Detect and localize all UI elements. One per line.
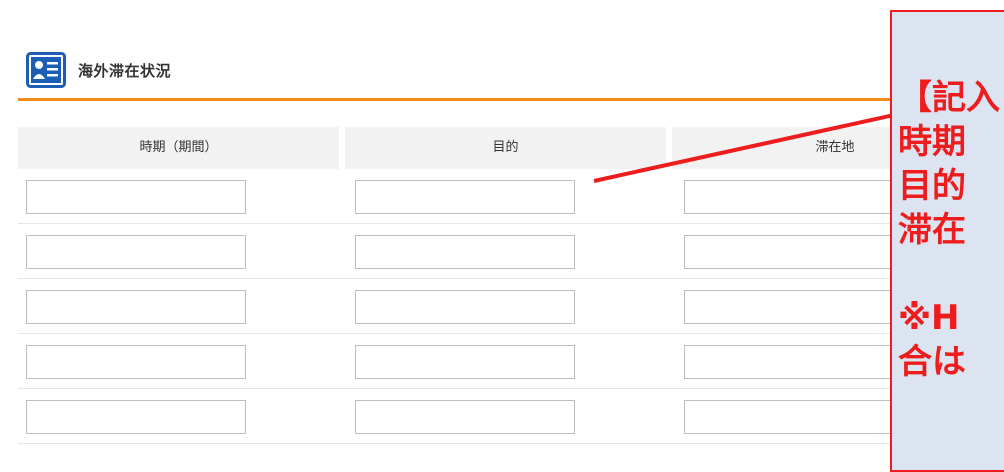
profile-card-icon xyxy=(26,52,66,88)
callout-text: 【記入 時期 目的 滞在 ※H 合は xyxy=(898,76,1004,384)
table-row xyxy=(18,389,1004,444)
callout-line: 目的 xyxy=(898,166,966,206)
table-header-row: 時期（期間） 目的 滞在地 xyxy=(18,127,1004,169)
purpose-input[interactable] xyxy=(355,400,576,434)
callout-line: 合は xyxy=(898,342,966,382)
location-input[interactable] xyxy=(684,290,905,324)
purpose-input[interactable] xyxy=(355,345,576,379)
table-row xyxy=(18,334,1004,389)
period-input[interactable] xyxy=(26,235,246,269)
location-input[interactable] xyxy=(684,400,905,434)
period-input[interactable] xyxy=(26,290,246,324)
section-header: 海外滞在状況 xyxy=(26,50,986,90)
location-input[interactable] xyxy=(684,180,905,214)
column-header-purpose: 目的 xyxy=(345,127,667,169)
section-title: 海外滞在状況 xyxy=(78,61,172,80)
purpose-input[interactable] xyxy=(355,180,576,214)
section-divider xyxy=(18,98,1004,101)
callout-line: 滞在 xyxy=(898,210,966,250)
table-row xyxy=(18,169,1004,224)
overseas-stay-table: 時期（期間） 目的 滞在地 xyxy=(18,127,1004,444)
purpose-input[interactable] xyxy=(355,290,576,324)
column-header-period: 時期（期間） xyxy=(18,127,340,169)
callout-line: ※H xyxy=(898,298,960,338)
period-input[interactable] xyxy=(26,345,246,379)
period-input[interactable] xyxy=(26,180,246,214)
purpose-input[interactable] xyxy=(355,235,576,269)
callout-line: 時期 xyxy=(898,122,966,162)
table-row xyxy=(18,279,1004,334)
callout-line: 【記入 xyxy=(898,78,1000,118)
table-row xyxy=(18,224,1004,279)
period-input[interactable] xyxy=(26,400,246,434)
location-input[interactable] xyxy=(684,345,905,379)
location-input[interactable] xyxy=(684,235,905,269)
callout-box: 【記入 時期 目的 滞在 ※H 合は xyxy=(890,10,1004,472)
